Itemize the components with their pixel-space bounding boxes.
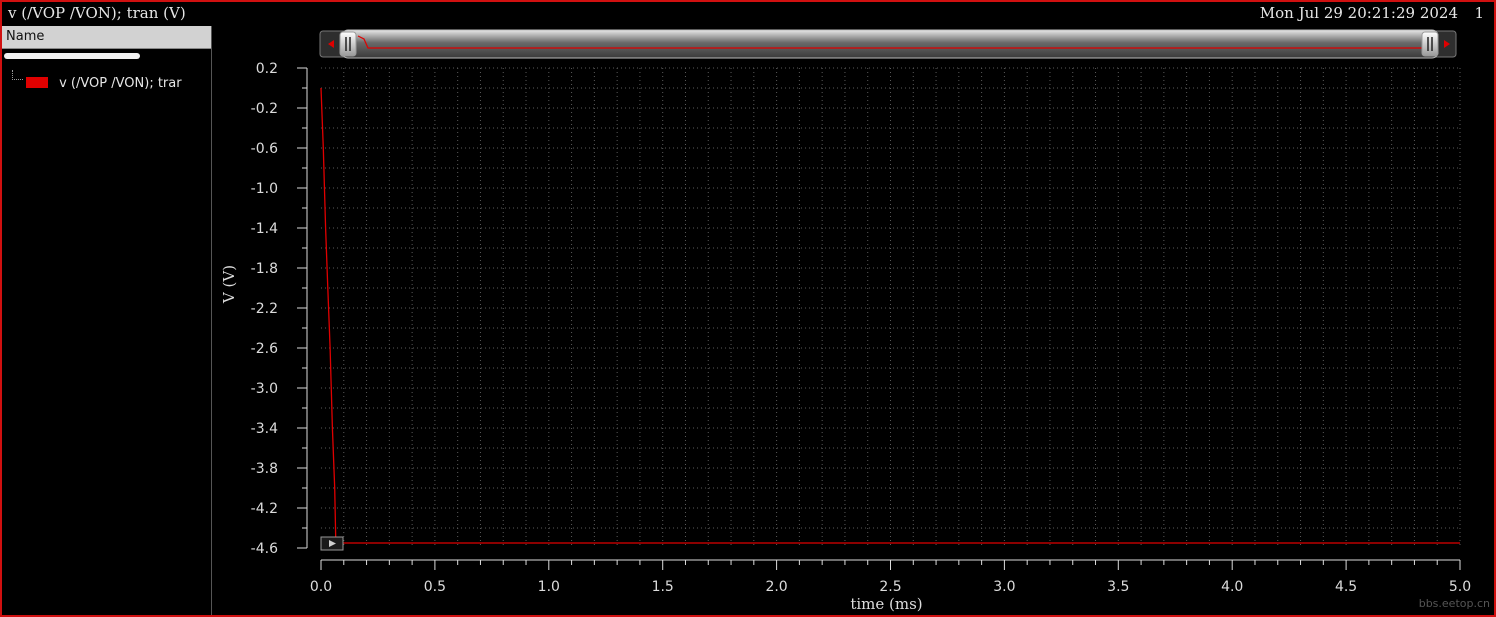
x-tick-label: 4.5 bbox=[1335, 579, 1357, 595]
x-tick-label: 0.5 bbox=[424, 579, 446, 595]
watermark: bbs.eetop.cn bbox=[1418, 597, 1490, 610]
zoom-left-handle[interactable] bbox=[339, 31, 357, 57]
y-axis-title: V (V) bbox=[220, 265, 238, 304]
x-tick-label: 0.0 bbox=[310, 579, 332, 595]
play-marker[interactable] bbox=[320, 536, 344, 551]
y-tick-label: -1.4 bbox=[251, 221, 278, 237]
y-tick-label: -3.8 bbox=[251, 461, 278, 477]
y-tick-label: -2.2 bbox=[251, 301, 278, 317]
y-tick-label: -1.8 bbox=[251, 261, 278, 277]
axes bbox=[306, 68, 1460, 561]
x-tick-label: 3.0 bbox=[993, 579, 1015, 595]
zoom-bar[interactable] bbox=[319, 29, 1457, 59]
y-tick-label: -1.0 bbox=[251, 181, 278, 197]
x-tick-label: 2.5 bbox=[879, 579, 901, 595]
zoom-right-handle[interactable] bbox=[1421, 31, 1439, 57]
y-tick-label: -3.4 bbox=[251, 421, 278, 437]
x-axis-ticks: 0.0 0.5 1.0 1.5 2.0 2.5 3.0 3.5 4.0 4.5 5.0 bbox=[310, 560, 1471, 595]
y-tick-label: -4.2 bbox=[251, 501, 278, 517]
zoom-bar-thumb[interactable] bbox=[341, 29, 1439, 59]
x-tick-label: 5.0 bbox=[1449, 579, 1471, 595]
y-tick-label: -3.0 bbox=[251, 381, 278, 397]
x-tick-label: 3.5 bbox=[1107, 579, 1129, 595]
y-tick-label: -2.6 bbox=[251, 341, 278, 357]
y-axis-ticks: 0.2 -0.2 -0.6 -1.0 -1.4 -1.8 -2.2 -2.6 -3.0 -3.4 -… bbox=[251, 61, 307, 557]
x-axis-title: time (ms) bbox=[850, 595, 922, 613]
x-tick-label: 2.0 bbox=[765, 579, 787, 595]
grid-lines bbox=[321, 67, 1461, 548]
y-tick-label: -0.6 bbox=[251, 141, 278, 157]
x-tick-label: 1.5 bbox=[652, 579, 674, 595]
x-tick-label: 1.0 bbox=[538, 579, 560, 595]
chart-area: 0.0 0.5 1.0 1.5 2.0 2.5 3.0 3.5 4.0 4.5 5.0 0.2 -0.… bbox=[220, 29, 1471, 613]
y-tick-label: 0.2 bbox=[256, 61, 278, 77]
waveform-window: v (/VOP /VON); tran (V) Mon Jul 29 20:21… bbox=[0, 0, 1496, 617]
x-tick-label: 4.0 bbox=[1221, 579, 1243, 595]
y-tick-label: -4.6 bbox=[251, 541, 278, 557]
y-tick-label: -0.2 bbox=[251, 101, 278, 117]
